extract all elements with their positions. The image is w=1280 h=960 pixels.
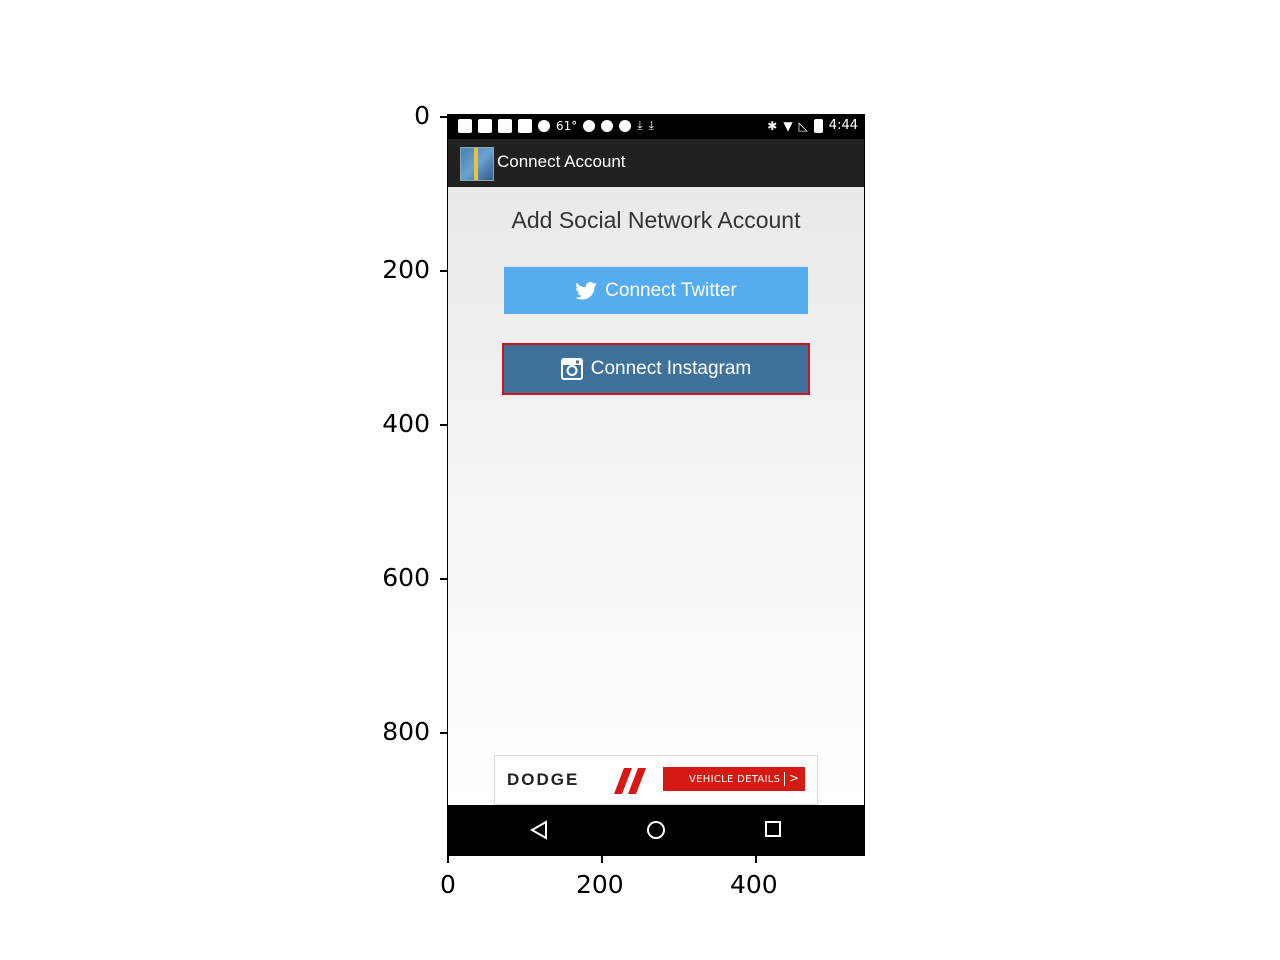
no-signal-icon: ◺ — [798, 118, 808, 133]
dodge-stripes-icon — [614, 768, 646, 794]
notification-app-icon — [583, 119, 596, 132]
connect-twitter-button[interactable]: Connect Twitter — [504, 267, 808, 314]
battery-icon — [813, 118, 823, 133]
app-notification-icon — [619, 119, 632, 132]
twitter-bird-icon — [575, 281, 597, 300]
connect-instagram-label: Connect Instagram — [590, 358, 752, 379]
status-bar: 61° ⤓ ⤓ ✱ ▼ ◺ 4:44 — [448, 115, 864, 139]
x-tick-label: 200 — [576, 870, 624, 899]
x-tick-mark — [755, 855, 757, 863]
facebook-icon — [518, 118, 532, 133]
recents-square-icon[interactable] — [764, 820, 782, 838]
notification-icons: 61° ⤓ ⤓ — [458, 118, 654, 133]
section-heading: Add Social Network Account — [511, 207, 801, 233]
vehicle-details-button[interactable]: VEHICLE DETAILS > — [663, 767, 805, 791]
facebook-icon — [498, 118, 512, 133]
wrench-icon — [601, 119, 614, 132]
x-tick-mark — [447, 855, 449, 863]
phone-screen: 61° ⤓ ⤓ ✱ ▼ ◺ 4:44 Connect Account Add S… — [447, 114, 865, 856]
page-title: Connect Account — [497, 152, 626, 171]
y-tick-label: 0 — [414, 101, 430, 130]
ad-banner[interactable]: DODGE VEHICLE DETAILS > — [494, 755, 818, 805]
connect-twitter-label: Connect Twitter — [605, 279, 737, 301]
back-triangle-icon[interactable] — [530, 820, 548, 840]
x-tick-label: 400 — [730, 870, 778, 899]
message-icon — [458, 118, 472, 133]
action-bar: Connect Account — [448, 139, 864, 187]
chevron-right-icon: > — [788, 771, 799, 785]
navigation-bar — [448, 805, 864, 855]
y-tick-mark — [440, 578, 448, 580]
facebook-icon — [478, 118, 492, 133]
connect-instagram-button[interactable]: Connect Instagram — [504, 345, 808, 393]
download-icon: ⤓ — [637, 118, 643, 132]
y-tick-label: 400 — [382, 409, 430, 438]
vehicle-details-label: VEHICLE DETAILS — [689, 773, 781, 785]
instagram-camera-icon — [560, 358, 583, 380]
y-tick-mark — [440, 424, 448, 426]
y-tick-mark — [440, 270, 448, 272]
x-tick-mark — [601, 855, 603, 863]
home-circle-icon[interactable] — [646, 820, 666, 840]
system-icons: ✱ ▼ ◺ 4:44 — [767, 118, 858, 133]
clock: 4:44 — [828, 118, 858, 133]
x-tick-label: 0 — [440, 870, 456, 899]
y-tick-mark — [440, 116, 448, 118]
temperature: 61° — [556, 118, 578, 133]
weather-icon — [538, 119, 550, 132]
y-tick-mark — [440, 732, 448, 734]
y-tick-label: 800 — [382, 717, 430, 746]
app-logo-icon[interactable] — [460, 147, 494, 181]
y-tick-label: 600 — [382, 563, 430, 592]
wifi-icon: ▼ — [783, 118, 793, 133]
ad-brand-logo: DODGE — [507, 770, 580, 789]
cta-divider — [784, 772, 785, 786]
bluetooth-icon: ✱ — [767, 118, 778, 133]
y-tick-label: 200 — [382, 255, 430, 284]
download-icon: ⤓ — [648, 118, 654, 132]
